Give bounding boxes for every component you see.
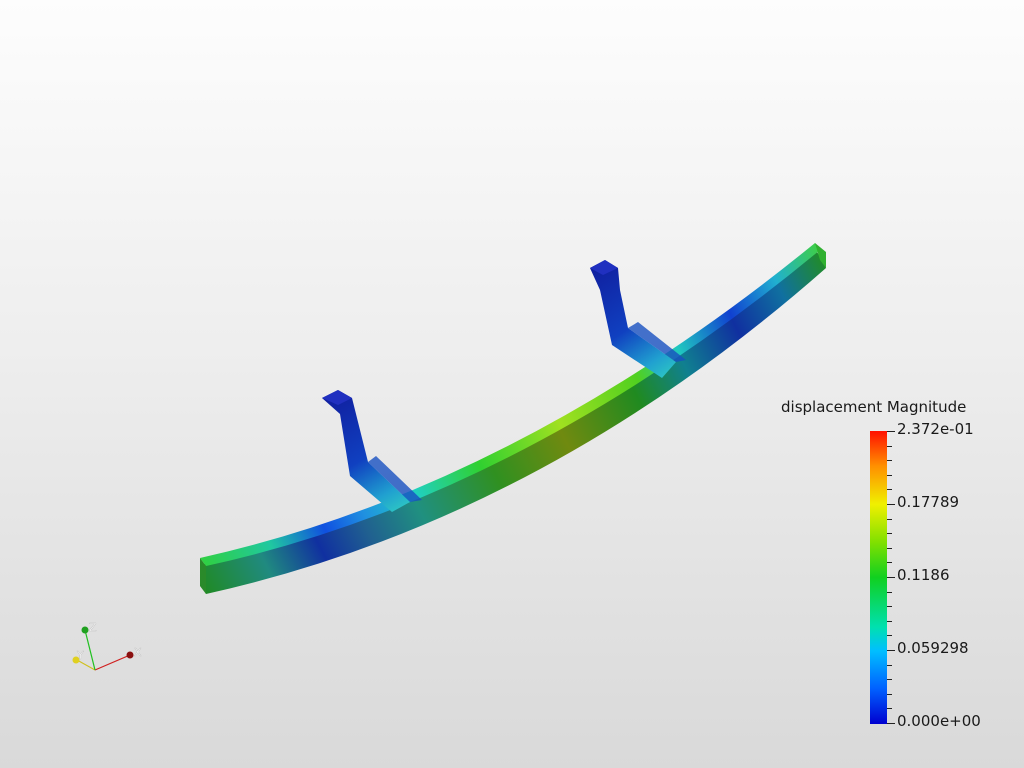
beam-body [200,243,826,594]
tick-label-min: 0.000e+00 [897,712,981,730]
minor-tick-mark [887,591,892,593]
orientation-axes: X Y Z [72,621,142,671]
minor-tick-mark [887,445,892,447]
tick-label-1: 0.059298 [897,639,969,657]
z-axis-tip [81,626,89,634]
minor-tick-mark [887,562,892,564]
minor-tick-mark [887,679,892,681]
minor-tick-mark [887,693,892,695]
tick-mark [887,431,895,432]
minor-tick-mark [887,620,892,622]
minor-tick-mark [887,635,892,637]
tick-label-3: 0.17789 [897,493,960,511]
x-axis-label: X [134,646,142,659]
minor-tick-mark [887,664,892,666]
support-leg-right [590,260,686,378]
support-leg-left [322,390,422,512]
tick-mark [887,650,895,651]
z-axis-line [84,629,96,671]
minor-tick-mark [887,606,892,608]
tick-label-2: 0.1186 [897,566,950,584]
minor-tick-mark [887,489,892,491]
x-axis-tip [126,651,134,659]
z-axis-label: Z [89,621,97,634]
minor-tick-mark [887,708,892,710]
scalar-bar[interactable] [870,431,887,724]
tick-mark [887,504,895,505]
minor-tick-mark [887,460,892,462]
minor-tick-mark [887,474,892,476]
minor-tick-mark [887,518,892,520]
x-axis-line [94,654,131,671]
tick-label-max: 2.372e-01 [897,420,974,438]
minor-tick-mark [887,533,892,535]
tick-mark [887,577,895,578]
beam-top-face [200,243,820,566]
scalar-bar-title: displacement Magnitude [781,398,967,416]
y-axis-label: Y [76,649,84,662]
minor-tick-mark [887,547,892,549]
tick-mark [887,723,895,724]
